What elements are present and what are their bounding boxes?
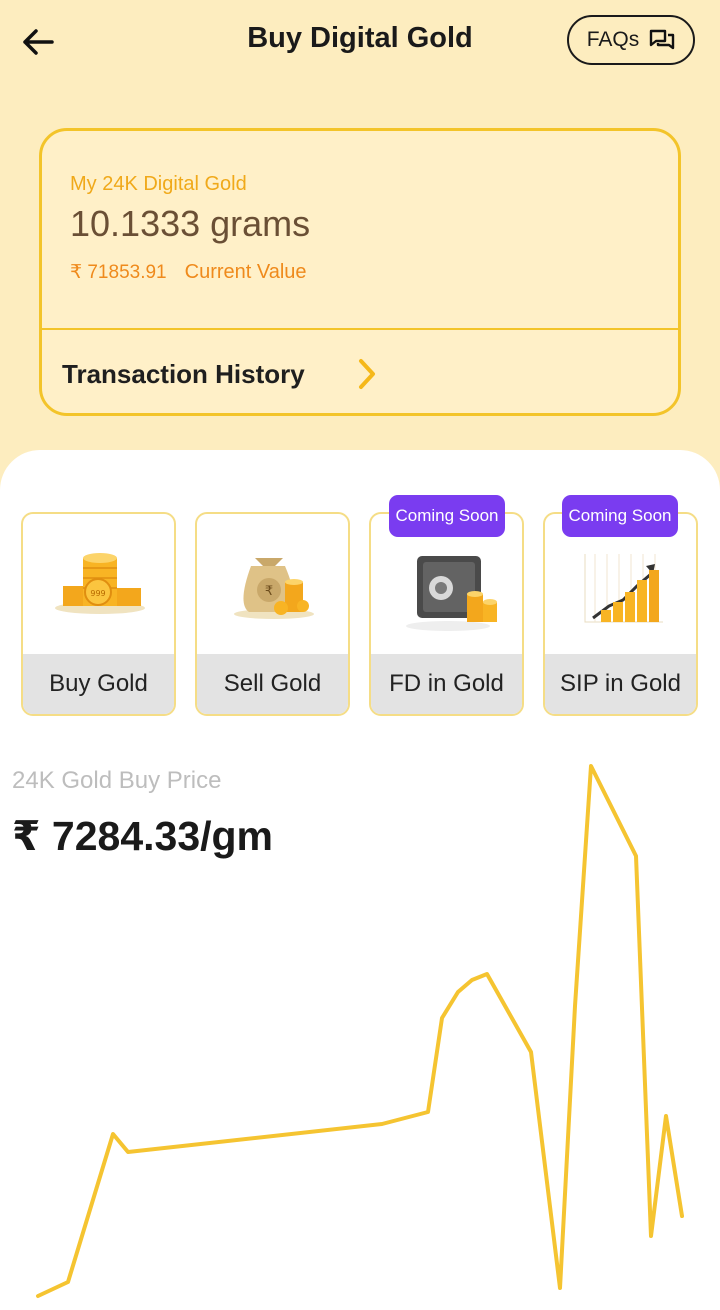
transaction-history-link[interactable]: Transaction History: [42, 330, 678, 416]
faqs-button[interactable]: FAQs: [567, 15, 695, 65]
fd-in-gold-tile[interactable]: FD in Gold: [369, 512, 524, 716]
transaction-history-label: Transaction History: [62, 359, 305, 389]
svg-text:999: 999: [90, 589, 105, 598]
current-value-row: ₹ 71853.91 Current Value: [70, 261, 307, 284]
gold-coins-icon: 999: [23, 514, 174, 656]
chevron-right-icon: [359, 359, 375, 389]
price-line-chart: [36, 764, 684, 1298]
app-header: Buy Digital Gold FAQs: [0, 0, 720, 84]
svg-text:₹: ₹: [265, 584, 273, 599]
sip-in-gold-label: SIP in Gold: [545, 654, 696, 714]
coming-soon-badge: Coming Soon: [562, 495, 678, 537]
sip-in-gold-tile[interactable]: SIP in Gold: [543, 512, 698, 716]
fd-in-gold-label: FD in Gold: [371, 654, 522, 714]
current-value-label: Current Value: [184, 261, 307, 283]
sell-gold-label: Sell Gold: [197, 654, 348, 714]
buy-gold-tile[interactable]: 999 Buy Gold: [21, 512, 176, 716]
buy-gold-label: Buy Gold: [23, 654, 174, 714]
holdings-card: My 24K Digital Gold 10.1333 grams ₹ 7185…: [39, 128, 681, 416]
holdings-grams: 10.1333 grams: [70, 203, 311, 244]
faqs-label: FAQs: [586, 28, 640, 51]
coming-soon-badge: Coming Soon: [389, 495, 505, 537]
money-bag-icon: ₹: [197, 514, 348, 656]
sell-gold-tile[interactable]: ₹ Sell Gold: [195, 512, 350, 716]
price-series-line: [36, 764, 684, 1298]
current-value-amount: ₹ 71853.91: [70, 262, 167, 283]
holdings-label: My 24K Digital Gold: [70, 173, 247, 195]
chat-icon: [650, 29, 675, 50]
